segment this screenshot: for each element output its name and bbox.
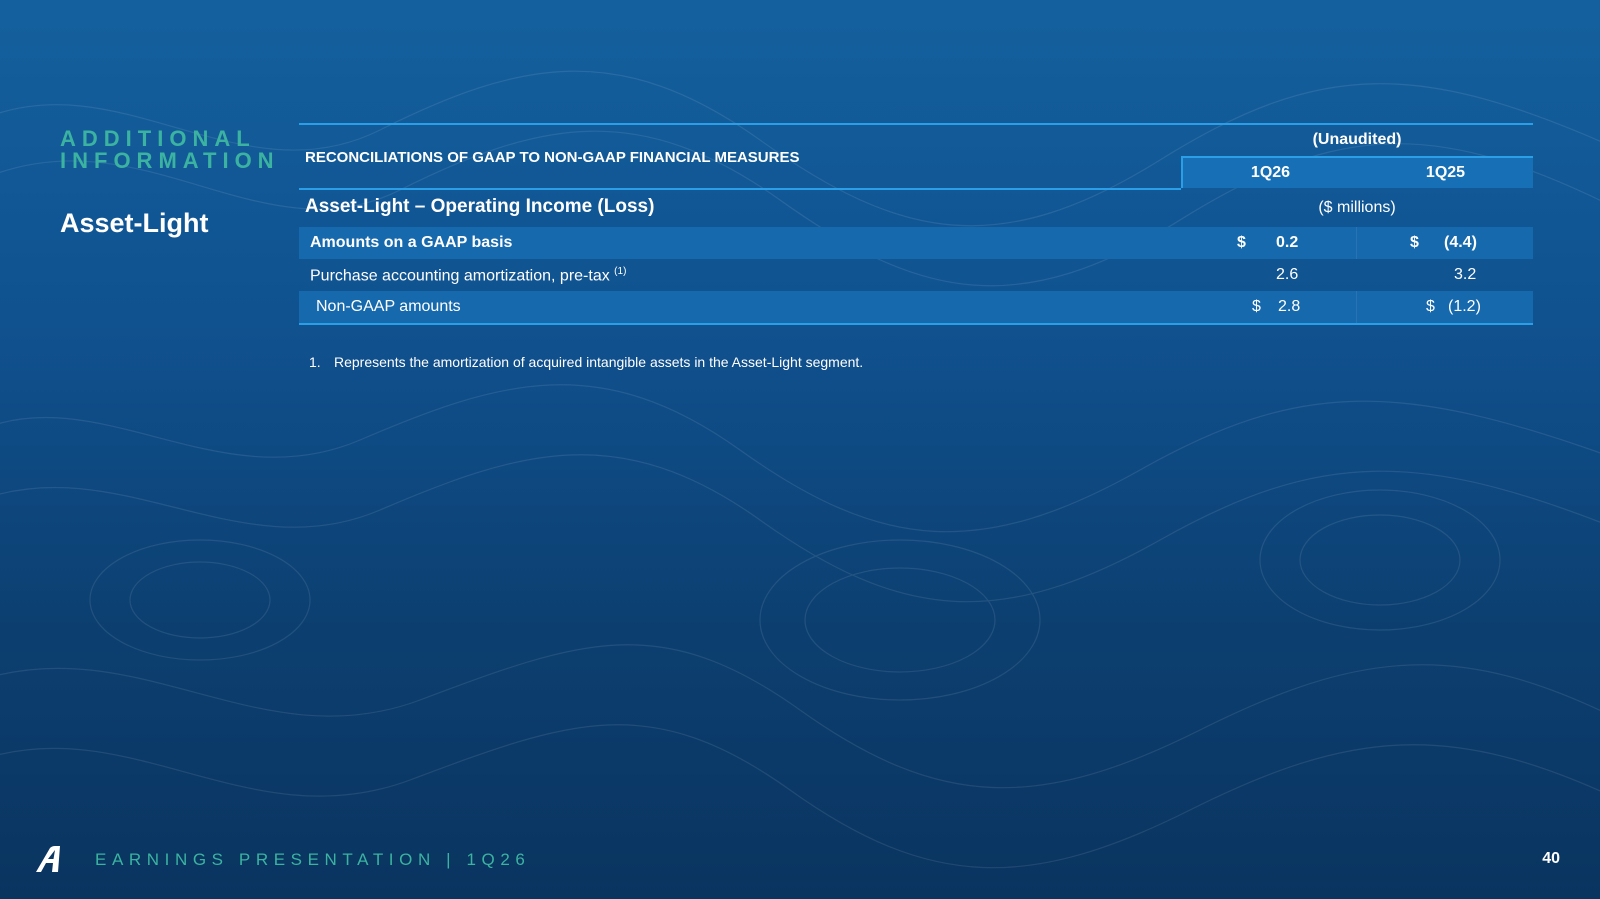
section-label-line2: INFORMATION <box>60 148 280 173</box>
page-number: 40 <box>1542 850 1560 867</box>
footnote-ref: (1) <box>614 266 627 277</box>
page-title: Asset-Light <box>60 208 209 238</box>
header-divider <box>299 188 1181 190</box>
column-divider <box>1356 227 1357 259</box>
value-1q25: (4.4) <box>1444 234 1477 251</box>
table-title: RECONCILIATIONS OF GAAP TO NON-GAAP FINA… <box>305 149 800 166</box>
table-row: Purchase accounting amortization, pre-ta… <box>299 259 1533 291</box>
unaudited-label: (Unaudited) <box>1312 131 1402 148</box>
currency-symbol: $ <box>1237 234 1246 251</box>
value-1q26: 2.6 <box>1276 266 1299 283</box>
value-1q26: 0.2 <box>1276 234 1299 251</box>
currency-symbol: $ <box>1426 298 1435 315</box>
section-title: Asset-Light – Operating Income (Loss) <box>305 196 655 217</box>
table-header: RECONCILIATIONS OF GAAP TO NON-GAAP FINA… <box>299 123 1533 191</box>
units-label: ($ millions) <box>1318 199 1396 216</box>
footnote: 1. Represents the amortization of acquire… <box>309 354 863 370</box>
value-1q25: (1.2) <box>1448 298 1481 315</box>
section-label-line1: ADDITIONAL <box>60 126 256 151</box>
column-header-1q25: 1Q25 <box>1425 164 1466 181</box>
row-label: Amounts on a GAAP basis <box>310 234 513 251</box>
row-label: Purchase accounting amortization, pre-ta… <box>310 266 627 285</box>
section-label: ADDITIONAL INFORMATION <box>60 128 280 172</box>
reconciliation-table: RECONCILIATIONS OF GAAP TO NON-GAAP FINA… <box>299 123 1533 325</box>
value-1q25: 3.2 <box>1454 266 1477 283</box>
currency-symbol: $ <box>1252 298 1261 315</box>
company-logo-icon <box>36 846 60 872</box>
footer-text: EARNINGS PRESENTATION | 1Q26 <box>95 850 531 869</box>
table-row: Amounts on a GAAP basis $ 0.2 $ (4.4) <box>299 227 1533 259</box>
footnote-text: Represents the amortization of acquired … <box>334 354 864 370</box>
section-header: Asset-Light – Operating Income (Loss) ($… <box>299 191 1533 227</box>
table-row: Non-GAAP amounts $ 2.8 $ (1.2) <box>299 291 1533 325</box>
currency-symbol: $ <box>1410 234 1419 251</box>
footnote-number: 1. <box>309 354 321 370</box>
column-header-1q26: 1Q26 <box>1250 164 1291 181</box>
row-label: Non-GAAP amounts <box>316 298 461 315</box>
column-divider <box>1356 291 1357 323</box>
value-1q26: 2.8 <box>1278 298 1301 315</box>
period-header: 1Q26 1Q25 <box>1181 156 1533 188</box>
